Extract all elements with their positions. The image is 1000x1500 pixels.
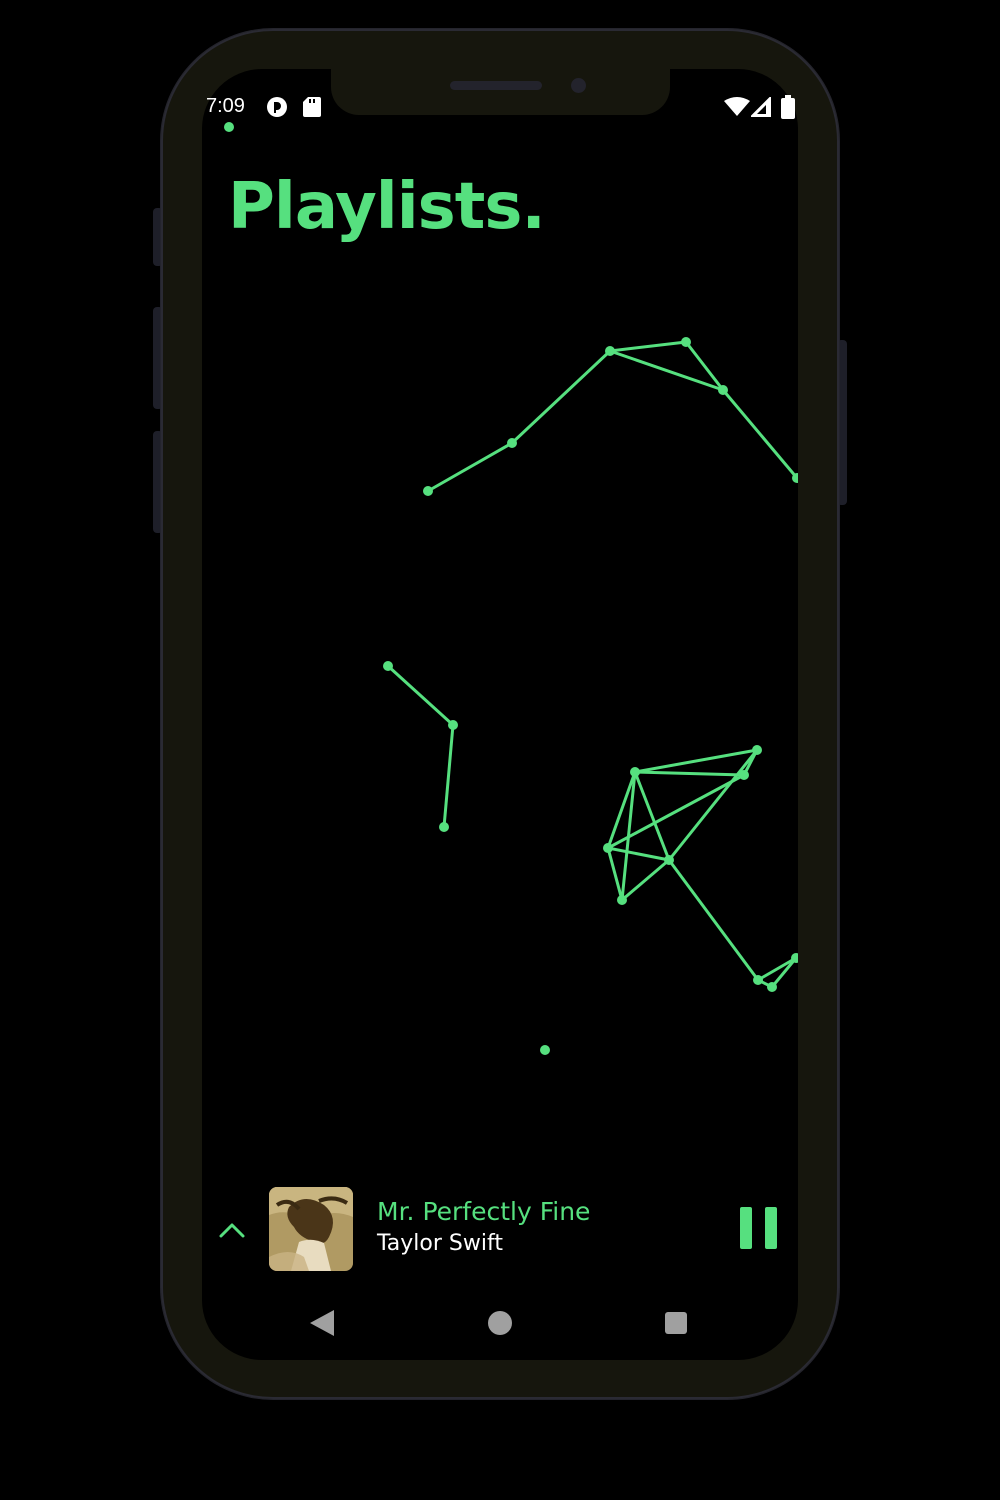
- chevron-up-icon[interactable]: [216, 1214, 248, 1246]
- page-title: Playlists.: [228, 170, 546, 244]
- album-art-image: [269, 1187, 353, 1271]
- front-camera: [571, 78, 586, 93]
- earpiece-speaker: [450, 81, 542, 90]
- pause-bar-left: [740, 1207, 752, 1249]
- album-art[interactable]: [269, 1187, 353, 1271]
- sd-card-icon: [303, 97, 321, 117]
- wifi-icon: [724, 97, 750, 116]
- app-screen: [202, 69, 798, 1360]
- back-triangle-icon[interactable]: [310, 1310, 334, 1336]
- home-circle-icon[interactable]: [488, 1311, 512, 1335]
- device-mockup: 7:09 Playlists. Mr. Perfectly Fine Taylo…: [0, 0, 1000, 1500]
- battery-icon: [781, 95, 795, 119]
- cellular-signal-icon: [751, 97, 771, 117]
- pause-bar-right: [765, 1207, 777, 1249]
- status-time: 7:09: [206, 95, 245, 117]
- app-notification-icon: [267, 97, 287, 117]
- now-playing-title[interactable]: Mr. Perfectly Fine: [377, 1197, 590, 1226]
- recents-square-icon[interactable]: [665, 1312, 687, 1334]
- pause-icon[interactable]: [740, 1207, 778, 1249]
- now-playing-artist[interactable]: Taylor Swift: [377, 1231, 503, 1256]
